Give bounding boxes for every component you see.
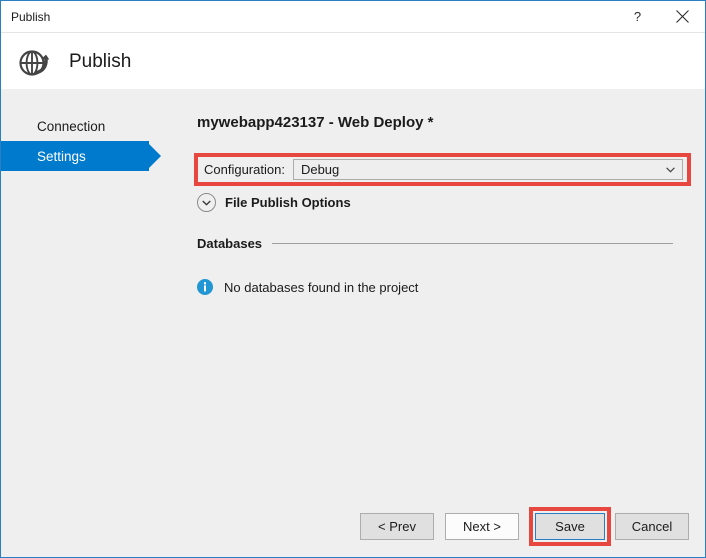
question-mark-glyph: ? <box>631 10 644 24</box>
save-button[interactable]: Save <box>535 513 605 540</box>
chevron-down-glyph <box>202 200 211 206</box>
file-publish-options-row[interactable]: File Publish Options <box>197 193 351 212</box>
section-divider <box>272 243 673 244</box>
file-publish-options-label: File Publish Options <box>225 195 351 210</box>
title-bar: Publish ? <box>1 1 705 32</box>
close-icon[interactable] <box>660 1 705 32</box>
databases-empty-message: No databases found in the project <box>224 280 418 295</box>
databases-header: Databases <box>197 236 689 251</box>
info-icon <box>197 279 213 295</box>
selection-arrow-icon <box>149 144 161 168</box>
sidebar-item-settings[interactable]: Settings <box>1 141 149 171</box>
chevron-down-icon[interactable] <box>197 193 216 212</box>
dialog-body: Connection Settings mywebapp423137 - Web… <box>1 89 705 557</box>
cancel-button[interactable]: Cancel <box>615 513 689 540</box>
configuration-highlight-box: Configuration: Debug <box>194 153 691 186</box>
svg-text:?: ? <box>634 10 641 24</box>
globe-publish-icon <box>17 45 51 79</box>
settings-pane: mywebapp423137 - Web Deploy * Configurat… <box>197 89 689 130</box>
sidebar-item-label: Settings <box>37 149 86 164</box>
dialog-header: Publish <box>1 32 705 90</box>
dialog-footer: < Prev Next > Save Cancel <box>1 499 705 557</box>
databases-message-row: No databases found in the project <box>197 279 689 295</box>
configuration-value: Debug <box>301 162 339 177</box>
title-bar-buttons: ? <box>615 1 705 32</box>
sidebar-item-connection[interactable]: Connection <box>1 111 149 141</box>
databases-title: Databases <box>197 236 262 251</box>
configuration-dropdown[interactable]: Debug <box>293 159 683 180</box>
publish-dialog: Publish ? Publish <box>0 0 706 558</box>
close-x-glyph <box>676 10 689 23</box>
help-icon[interactable]: ? <box>615 1 660 32</box>
chevron-down-icon <box>666 167 675 173</box>
page-title: Publish <box>69 52 131 71</box>
project-heading: mywebapp423137 - Web Deploy * <box>197 115 689 130</box>
prev-button[interactable]: < Prev <box>360 513 434 540</box>
configuration-label: Configuration: <box>204 162 285 177</box>
databases-section: Databases No databases found in the proj… <box>197 236 689 295</box>
next-button[interactable]: Next > <box>445 513 519 540</box>
sidebar-item-label: Connection <box>37 119 105 134</box>
sidebar: Connection Settings <box>1 111 173 171</box>
window-title: Publish <box>11 11 50 23</box>
